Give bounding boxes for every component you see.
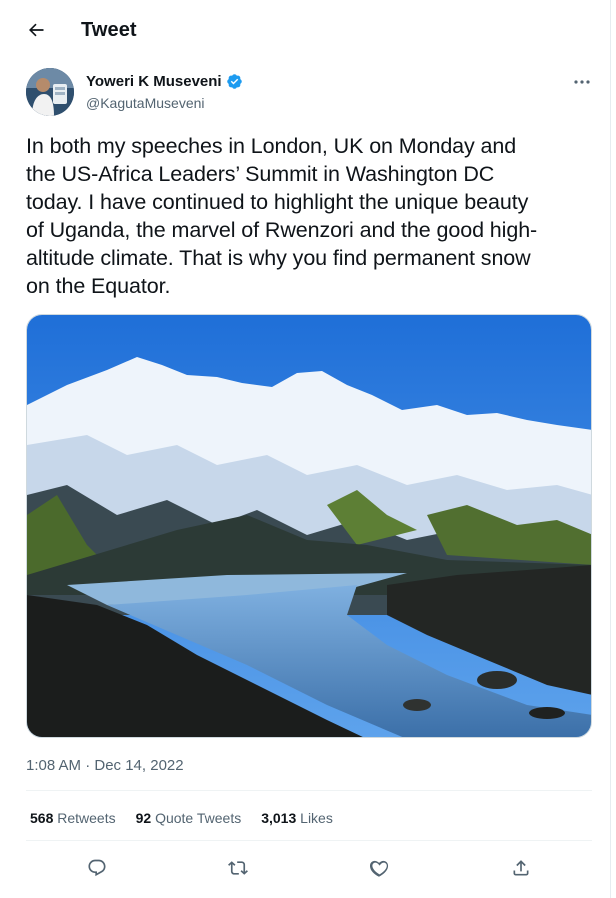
reply-button[interactable] bbox=[79, 850, 115, 886]
tweet-text: In both my speeches in London, UK on Mon… bbox=[26, 134, 538, 298]
arrow-left-icon bbox=[29, 23, 44, 37]
like-icon bbox=[370, 860, 389, 877]
name-row: Yoweri K Museveni bbox=[86, 73, 243, 90]
retweets-count: 568 bbox=[30, 810, 54, 826]
engagement-stats: 568 Retweets 92 Quote Tweets 3,013 Likes bbox=[30, 810, 353, 826]
handle[interactable]: @KagutaMuseveni bbox=[86, 95, 205, 111]
retweets-stat[interactable]: 568 Retweets bbox=[30, 810, 116, 826]
share-button[interactable] bbox=[503, 850, 539, 886]
quotes-label: Quote Tweets bbox=[155, 810, 242, 826]
verified-badge-icon bbox=[226, 73, 243, 90]
avatar[interactable] bbox=[26, 68, 74, 116]
divider bbox=[26, 840, 592, 841]
more-button[interactable] bbox=[568, 72, 596, 92]
share-icon bbox=[513, 860, 529, 876]
likes-label: Likes bbox=[300, 810, 333, 826]
retweet-icon bbox=[228, 861, 248, 875]
retweets-label: Retweets bbox=[57, 810, 116, 826]
reply-icon bbox=[88, 859, 106, 877]
back-button[interactable] bbox=[20, 14, 52, 46]
display-name[interactable]: Yoweri K Museveni bbox=[86, 73, 222, 90]
divider bbox=[26, 790, 592, 791]
page-title: Tweet bbox=[81, 19, 137, 41]
likes-count: 3,013 bbox=[261, 810, 297, 826]
tweet-photo[interactable] bbox=[26, 314, 592, 738]
like-button[interactable] bbox=[362, 850, 398, 886]
action-bar bbox=[26, 850, 592, 886]
retweet-button[interactable] bbox=[220, 850, 256, 886]
header: Tweet bbox=[0, 0, 610, 58]
tweet-author: Yoweri K Museveni @KagutaMuseveni bbox=[26, 68, 596, 120]
frame-border bbox=[610, 0, 611, 898]
likes-stat[interactable]: 3,013 Likes bbox=[261, 810, 333, 826]
quotes-count: 92 bbox=[135, 810, 152, 826]
ellipsis-icon bbox=[574, 80, 590, 84]
quote-tweets-stat[interactable]: 92 Quote Tweets bbox=[136, 810, 242, 826]
tweet-timestamp[interactable]: 1:08 AM · Dec 14, 2022 bbox=[26, 757, 184, 774]
